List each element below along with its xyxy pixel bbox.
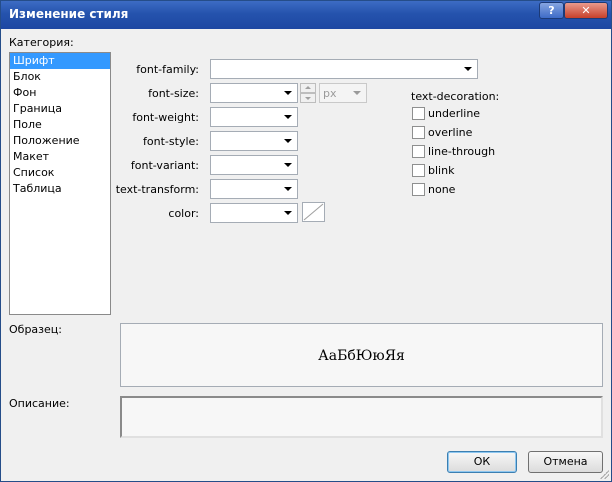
- font-style-combo[interactable]: [210, 131, 298, 151]
- category-item-font[interactable]: Шрифт: [10, 53, 110, 69]
- help-button[interactable]: ?: [539, 2, 564, 19]
- arrow-up-icon: [305, 86, 311, 89]
- none-checkbox[interactable]: [412, 183, 425, 196]
- arrow-down-icon: [305, 97, 311, 100]
- category-list[interactable]: Шрифт Блок Фон Граница Поле Положение Ма…: [9, 52, 111, 315]
- overline-label[interactable]: overline: [428, 126, 472, 139]
- blink-label[interactable]: blink: [428, 164, 454, 177]
- underline-label[interactable]: underline: [428, 107, 480, 120]
- font-size-unit-combo[interactable]: px: [319, 83, 367, 103]
- resize-grip-icon[interactable]: [599, 469, 609, 479]
- overline-checkbox[interactable]: [412, 126, 425, 139]
- text-transform-combo[interactable]: [210, 179, 298, 199]
- chevron-down-icon: [284, 91, 292, 95]
- font-family-combo[interactable]: [210, 59, 478, 79]
- category-item-position[interactable]: Положение: [10, 133, 110, 149]
- font-size-label: font-size:: [148, 87, 199, 100]
- title-bar[interactable]: Изменение стиля ? ✕: [1, 1, 611, 29]
- category-item-box[interactable]: Поле: [10, 117, 110, 133]
- close-icon: ✕: [581, 4, 591, 17]
- category-label: Категория:: [9, 36, 74, 49]
- font-size-combo[interactable]: [210, 83, 298, 103]
- font-style-label: font-style:: [143, 135, 199, 148]
- line-through-checkbox[interactable]: [412, 145, 425, 158]
- underline-checkbox[interactable]: [412, 107, 425, 120]
- close-button[interactable]: ✕: [564, 2, 608, 19]
- category-item-border[interactable]: Граница: [10, 101, 110, 117]
- none-label[interactable]: none: [428, 183, 455, 196]
- description-box: [120, 396, 603, 438]
- chevron-down-icon: [464, 67, 472, 71]
- category-item-block[interactable]: Блок: [10, 69, 110, 85]
- chevron-down-icon: [284, 163, 292, 167]
- category-item-background[interactable]: Фон: [10, 85, 110, 101]
- line-through-label[interactable]: line-through: [428, 145, 495, 158]
- preview-label: Образец:: [9, 323, 62, 336]
- font-family-label: font-family:: [136, 63, 199, 76]
- category-item-list[interactable]: Список: [10, 165, 110, 181]
- font-weight-label: font-weight:: [132, 111, 199, 124]
- chevron-down-icon: [284, 187, 292, 191]
- window-title: Изменение стиля: [9, 7, 129, 21]
- ok-button[interactable]: ОК: [447, 451, 517, 473]
- color-picker-button[interactable]: [302, 202, 325, 222]
- color-label: color:: [168, 207, 199, 220]
- category-item-table[interactable]: Таблица: [10, 181, 110, 197]
- font-variant-combo[interactable]: [210, 155, 298, 175]
- blink-checkbox[interactable]: [412, 164, 425, 177]
- preview-box: АаБбЮюЯя: [120, 323, 603, 387]
- color-combo[interactable]: [210, 203, 298, 223]
- font-weight-combo[interactable]: [210, 107, 298, 127]
- category-item-layout[interactable]: Макет: [10, 149, 110, 165]
- font-size-spin-down[interactable]: [300, 93, 316, 103]
- font-size-unit-value: px: [323, 87, 337, 100]
- text-decoration-label: text-decoration:: [411, 90, 500, 103]
- chevron-down-icon: [353, 91, 361, 95]
- preview-text: АаБбЮюЯя: [318, 348, 405, 364]
- font-variant-label: font-variant:: [130, 159, 199, 172]
- chevron-down-icon: [284, 211, 292, 215]
- font-size-spin-up[interactable]: [300, 83, 316, 93]
- no-color-icon: [303, 203, 324, 221]
- style-dialog: Изменение стиля ? ✕ Категория: Шрифт Бло…: [0, 0, 612, 482]
- chevron-down-icon: [284, 115, 292, 119]
- text-transform-label: text-transform:: [115, 183, 199, 196]
- chevron-down-icon: [284, 139, 292, 143]
- cancel-button[interactable]: Отмена: [528, 451, 603, 473]
- description-label: Описание:: [9, 397, 70, 410]
